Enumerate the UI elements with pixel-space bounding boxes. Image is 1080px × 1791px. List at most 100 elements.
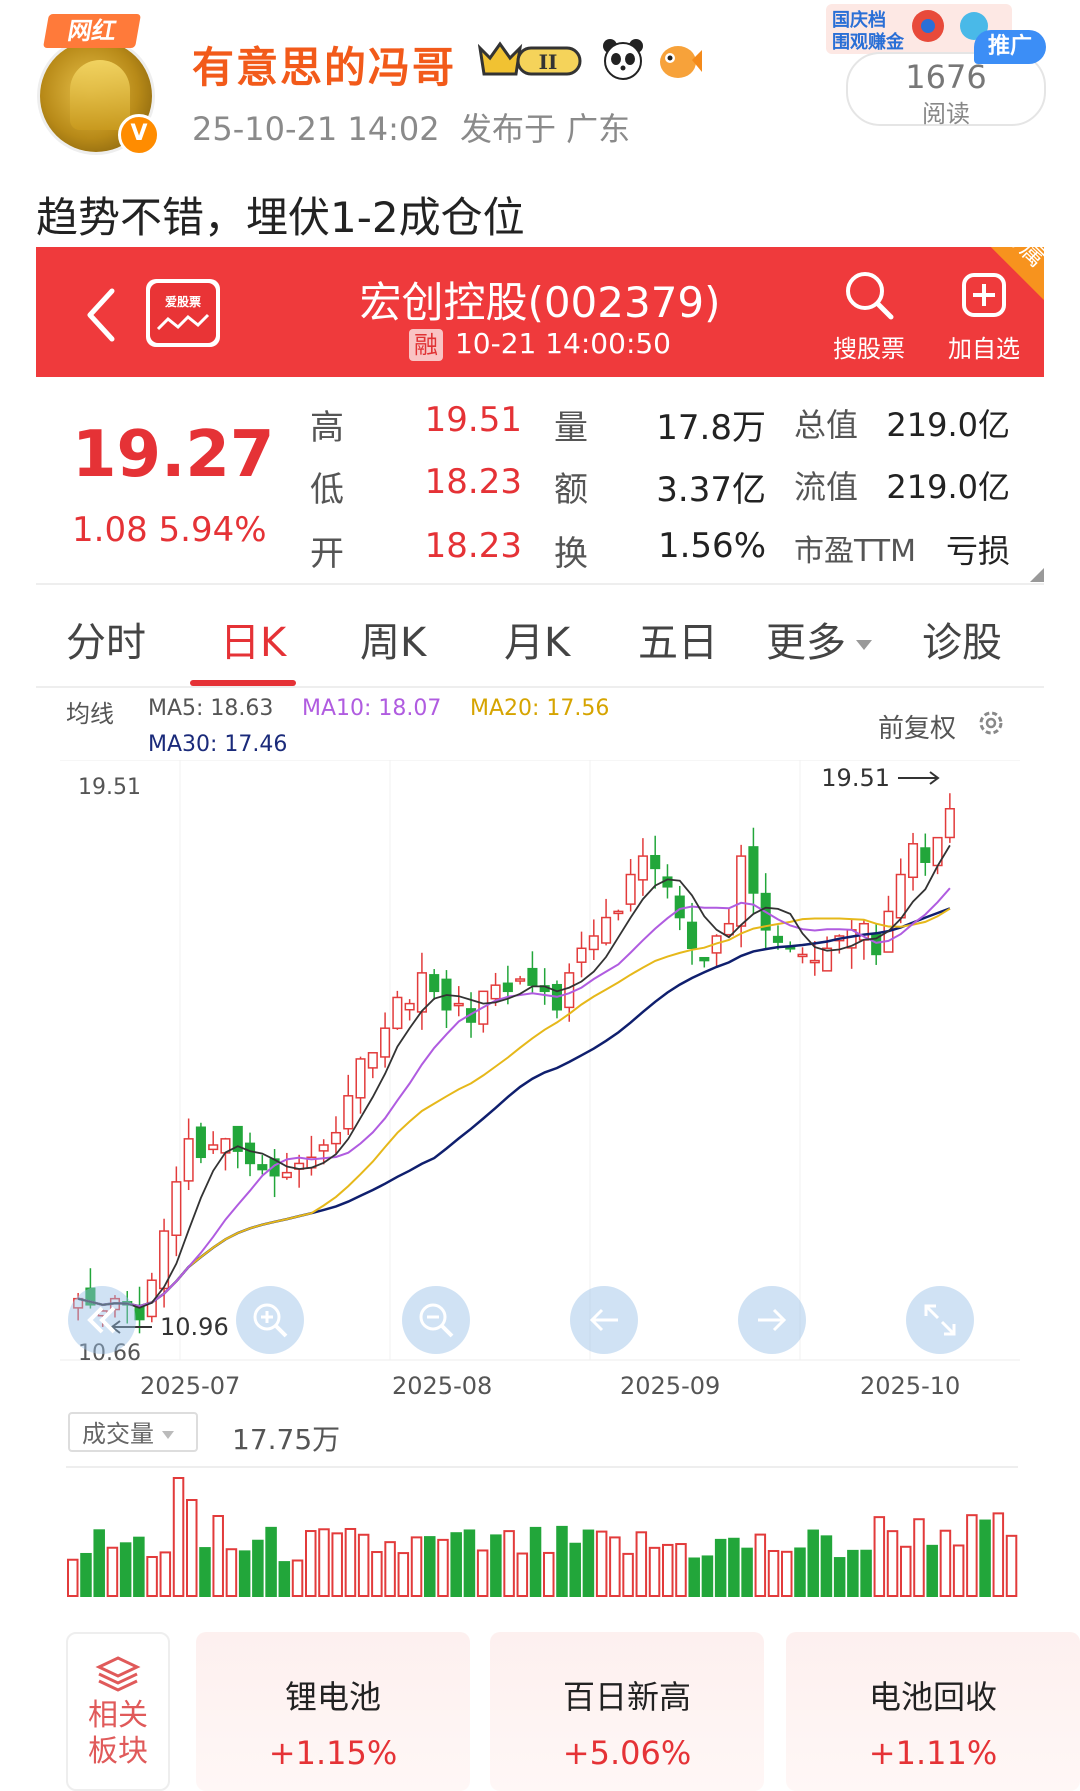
volume-bar [291,1559,304,1597]
sector-card[interactable]: 电池回收 +1.11% [786,1632,1080,1791]
expand-icon [924,1304,956,1336]
sector-card[interactable]: 锂电池 +1.15% [196,1632,470,1791]
volume-bar [397,1552,410,1598]
gear-icon[interactable] [976,708,1006,738]
zoom-out-icon [419,1303,454,1338]
promo-tag[interactable]: 推广 [974,30,1046,64]
add-favorite-button[interactable]: 加自选 [936,267,1032,364]
volume-bar [556,1525,568,1598]
sector-change: +1.11% [868,1734,998,1772]
scroll-right-button[interactable] [738,1286,806,1354]
wanghong-badge: 网红 [43,14,141,48]
volume-bar [873,1516,886,1597]
volume-value: 17.75万 [232,1423,341,1456]
candle-body [502,982,513,993]
volume-bar [820,1535,833,1597]
volume-bar [119,1542,132,1597]
volume-bar [569,1542,581,1597]
volume-bar [794,1547,806,1597]
volume-bar [80,1552,92,1597]
volume-bar [450,1532,462,1597]
volume-bar [754,1533,767,1597]
volume-bar [186,1499,198,1597]
tab-daily-k[interactable]: 日K [220,610,286,668]
candle-body [613,910,624,915]
volume-bar [212,1515,224,1597]
tab-more[interactable]: 更多 [766,610,872,668]
volume-bar [701,1555,714,1598]
price-change: 1.08 5.94% [72,510,267,550]
volume-bar [966,1514,978,1598]
arrow-right-icon [758,1308,787,1332]
candle-body [822,947,833,972]
candle-body [208,1144,219,1151]
volume-bar [410,1536,423,1597]
candle-body [330,1131,342,1145]
zoom-out-button[interactable] [402,1286,470,1354]
volume-bar [133,1536,145,1598]
margin-tag: 融 [408,329,443,361]
volume-bar [252,1539,264,1598]
divider [36,686,1044,688]
stock-header: 爱股票 宏创控股(002379) 融 10-21 14:00:50 搜股票 加自选… [36,247,1044,377]
volume-bar [344,1527,357,1597]
quote-label-market-cap: 总值 [794,406,859,444]
adjust-mode[interactable]: 前复权 [878,708,956,745]
expand-corner-icon[interactable] [1030,568,1044,582]
volume-bar [490,1534,502,1597]
candle-body [797,953,808,958]
quote-datetime: 10-21 14:00:50 [454,327,671,360]
verified-icon: V [118,114,160,156]
candle-body [920,847,931,863]
quote-value-turnover: 1.56% [657,526,766,566]
candle-body [490,984,501,1000]
tab-weekly-k[interactable]: 周K [360,610,426,668]
read-label: 阅读 [922,100,970,128]
candle-body [674,895,685,919]
volume-indicator-label: 成交量 [82,1420,154,1448]
volume-bar [900,1545,912,1597]
volume-indicator-select[interactable]: 成交量 [68,1412,198,1452]
search-stock-button[interactable]: 搜股票 [826,267,912,364]
volume-bar [807,1529,819,1597]
username[interactable]: 有意思的冯哥 [192,34,456,95]
fullscreen-button[interactable] [906,1286,974,1354]
candle-body [380,1027,391,1058]
sector-card[interactable]: 百日新高 +5.06% [490,1632,764,1791]
volume-bar [199,1547,211,1598]
candle-body [318,1144,329,1152]
related-sectors-card[interactable]: 相关板块 [66,1632,170,1791]
tab-monthly-k[interactable]: 月K [504,610,570,668]
candle-body [772,935,784,943]
volume-bar [146,1555,158,1597]
zoom-in-button[interactable] [236,1286,304,1354]
tab-more-label: 更多 [766,620,846,666]
rewind-button[interactable] [68,1286,136,1354]
candle-body [588,935,599,951]
candle-body [576,947,587,963]
candle-body [183,1138,194,1182]
candle-body [907,843,919,879]
tab-minute[interactable]: 分时 [66,610,146,668]
volume-bar [595,1530,608,1597]
ma30-line [77,907,951,1308]
scroll-left-button[interactable] [570,1286,638,1354]
post-timestamp: 25-10-21 14:02 [192,110,440,148]
tab-five-day[interactable]: 五日 [638,610,718,668]
kline-chart[interactable]: 19.51 19.51 10.96 10.66 [60,760,1020,1380]
volume-bar [1005,1534,1018,1597]
candle-body [564,972,575,1009]
volume-bar [675,1543,687,1598]
volume-bar [437,1538,449,1597]
volume-bar [463,1529,476,1597]
tab-diagnose[interactable]: 诊股 [922,610,1002,668]
ma30-value: MA30: 17.46 [148,732,288,757]
chevron-down-icon [856,640,872,650]
quote-label-amount: 额 [554,470,588,510]
related-sectors-label: 相关板块 [88,1698,148,1769]
candle-body [748,846,759,894]
candle-body [355,1058,366,1099]
volume-bar [67,1558,79,1597]
sector-change: +1.15% [268,1734,398,1772]
layers-icon [95,1656,141,1692]
